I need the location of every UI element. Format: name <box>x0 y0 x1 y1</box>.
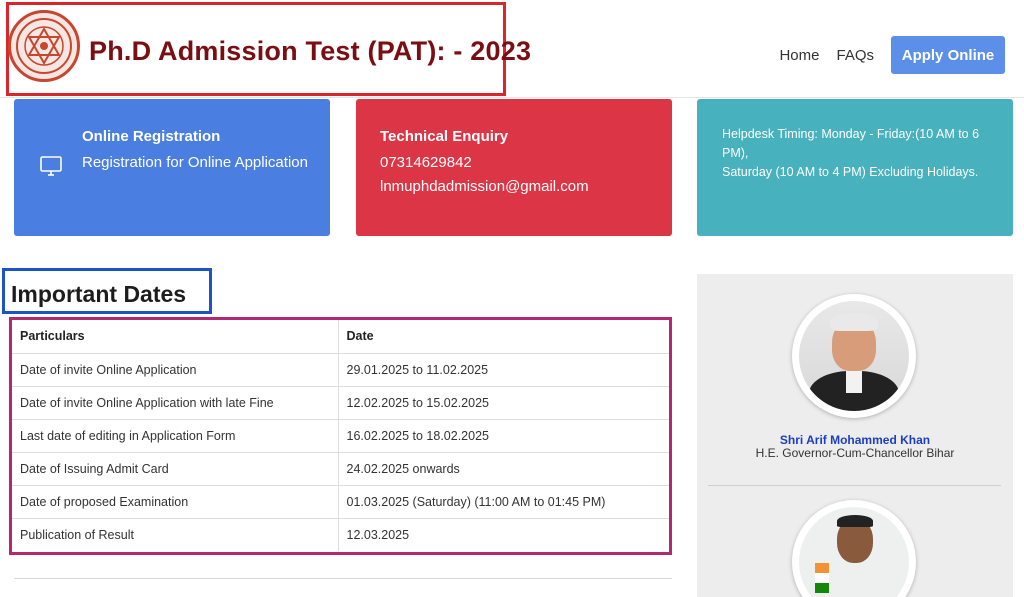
registration-card-text[interactable]: Registration for Online Application <box>82 154 308 171</box>
apply-online-button[interactable]: Apply Online <box>891 36 1005 74</box>
registration-card-title: Online Registration <box>82 128 221 145</box>
column-header-date: Date <box>338 320 669 354</box>
university-emblem-icon[interactable] <box>8 10 80 82</box>
table-row: Last date of editing in Application Form… <box>12 419 669 453</box>
date-cell: 16.02.2025 to 18.02.2025 <box>338 419 669 453</box>
particular-cell: Date of invite Online Application <box>12 353 339 387</box>
date-cell: 12.02.2025 to 15.02.2025 <box>338 386 669 420</box>
dignitaries-panel: Shri Arif Mohammed Khan H.E. Governor-Cu… <box>697 274 1013 597</box>
important-dates-heading: Important Dates <box>11 281 187 307</box>
particular-cell: Last date of editing in Application Form <box>12 419 339 453</box>
particular-cell: Publication of Result <box>12 518 339 551</box>
table-row: Date of Issuing Admit Card 24.02.2025 on… <box>12 452 669 486</box>
helpdesk-timing-text: Helpdesk Timing: Monday - Friday:(10 AM … <box>722 127 980 179</box>
date-cell: 01.03.2025 (Saturday) (11:00 AM to 01:45… <box>338 485 669 519</box>
table-row: Date of invite Online Application 29.01.… <box>12 353 669 387</box>
table-row: Date of proposed Examination 01.03.2025 … <box>12 485 669 519</box>
important-dates-table: Particulars Date Date of invite Online A… <box>12 320 669 551</box>
enquiry-phone[interactable]: 07314629842 <box>380 154 472 171</box>
column-header-particulars: Particulars <box>12 320 339 354</box>
enquiry-email[interactable]: lnmuphdadmission@gmail.com <box>380 178 589 195</box>
nav-faqs-link[interactable]: FAQs <box>836 47 874 64</box>
particular-cell: Date of Issuing Admit Card <box>12 452 339 486</box>
panel-divider <box>708 485 1001 486</box>
governor-portrait <box>792 294 916 418</box>
site-title: Ph.D Admission Test (PAT): - 2023 <box>89 36 532 66</box>
date-cell: 29.01.2025 to 11.02.2025 <box>338 353 669 387</box>
table-row: Publication of Result 12.03.2025 <box>12 518 669 551</box>
section-divider <box>14 578 672 579</box>
governor-role: H.E. Governor-Cum-Chancellor Bihar <box>755 446 955 460</box>
nav-home-link[interactable]: Home <box>779 47 819 64</box>
particular-cell: Date of invite Online Application with l… <box>12 386 339 420</box>
technical-enquiry-card: Technical Enquiry 07314629842 lnmuphdadm… <box>356 99 672 236</box>
table-header-row: Particulars Date <box>12 320 669 354</box>
top-nav: Home FAQs Apply Online <box>779 36 1005 74</box>
enquiry-card-title: Technical Enquiry <box>380 128 509 145</box>
helpdesk-card: Helpdesk Timing: Monday - Friday:(10 AM … <box>697 99 1013 236</box>
monitor-icon <box>40 156 62 176</box>
date-cell: 24.02.2025 onwards <box>338 452 669 486</box>
table-row: Date of invite Online Application with l… <box>12 386 669 420</box>
date-cell: 12.03.2025 <box>346 527 410 542</box>
governor-name: Shri Arif Mohammed Khan <box>779 433 931 447</box>
dignitary-portrait <box>792 500 916 597</box>
online-registration-card[interactable]: Online Registration Registration for Onl… <box>14 99 330 236</box>
header-divider <box>0 97 1024 98</box>
particular-cell: Date of proposed Examination <box>12 485 339 519</box>
